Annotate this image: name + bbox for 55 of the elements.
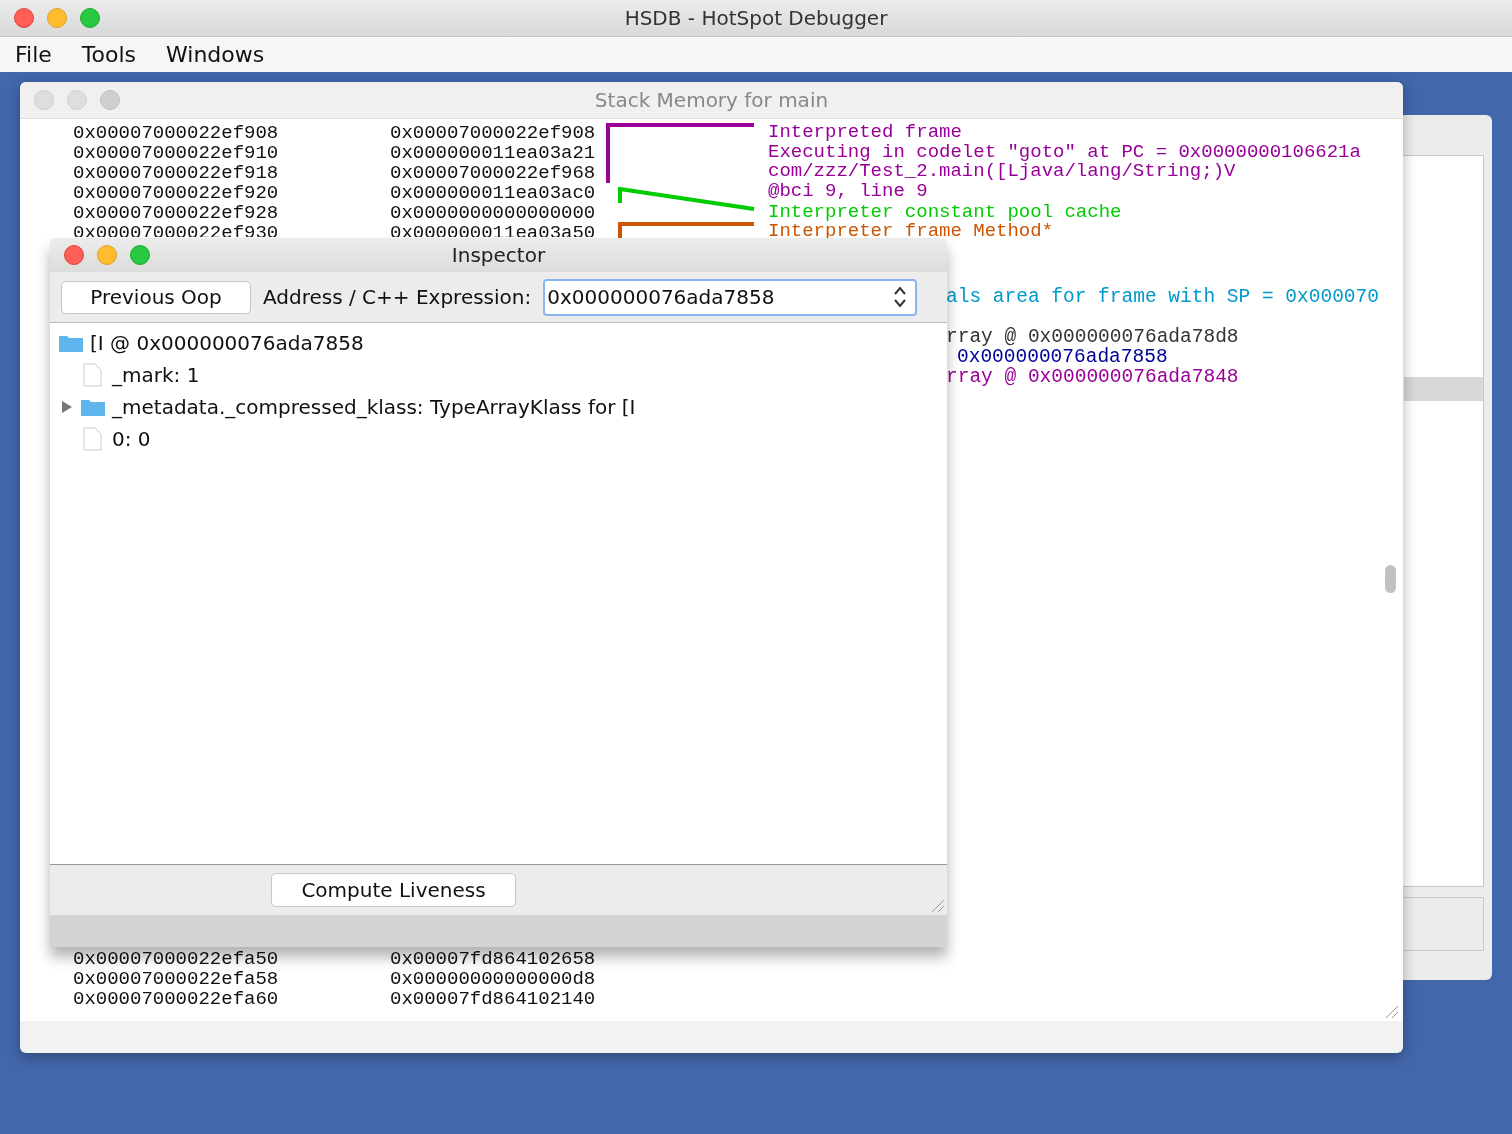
menu-item[interactable]: File	[15, 42, 52, 67]
window-title: Inspector	[450, 243, 547, 267]
address-text: 0x00007000022efa58	[72, 969, 280, 989]
scrollbar-thumb[interactable]	[1385, 565, 1396, 593]
address-text: 0x00007000022efa60	[72, 989, 280, 1009]
folder-icon	[80, 397, 106, 417]
previous-oop-button[interactable]: Previous Oop	[61, 280, 251, 314]
address-field[interactable]: 0x000000076ada7858	[543, 278, 918, 316]
expand-arrow-icon[interactable]	[60, 400, 74, 414]
address-text: 0x00007000022ef918	[72, 163, 280, 183]
annotation-text: @bci 9, line 9	[768, 181, 928, 201]
annotation-text: rray @ 0x000000076ada78d8	[946, 327, 1239, 347]
value-text: 0x00000000000000d8	[390, 969, 596, 989]
value-text: 0x0000000000000000	[390, 203, 596, 223]
address-label: Address / C++ Expression:	[263, 285, 532, 309]
minimize-icon[interactable]	[67, 90, 87, 110]
zoom-icon[interactable]	[100, 90, 120, 110]
window-title: Stack Memory for main	[593, 88, 830, 112]
tree-item[interactable]: [I @ 0x000000076ada7858	[90, 331, 364, 355]
tree-item[interactable]: _metadata._compressed_klass: TypeArrayKlass for [I	[112, 395, 636, 419]
value-text: 0x000000011ea03ac0	[390, 183, 596, 203]
annotation-text: als area for frame with SP = 0x000070	[946, 287, 1379, 307]
value-text: 0x00007fd864102658	[390, 949, 596, 969]
annotation-text: Interpreter constant pool cache	[768, 203, 1122, 223]
folder-icon	[58, 333, 84, 353]
annotation-text: Interpreter frame Method*	[768, 222, 1054, 242]
menu-item[interactable]: Windows	[166, 42, 265, 67]
tree-item[interactable]: 0: 0	[112, 427, 151, 451]
value-text: 0x000000011ea03a21	[390, 143, 596, 163]
close-icon[interactable]	[64, 245, 84, 265]
zoom-icon[interactable]	[80, 8, 100, 28]
close-icon[interactable]	[14, 8, 34, 28]
address-text: 0x00007000022ef908	[72, 123, 280, 143]
resize-grip-icon[interactable]	[1383, 1003, 1399, 1019]
compute-liveness-button[interactable]: Compute Liveness	[271, 873, 516, 907]
annotation-text: rray @ 0x000000076ada7848	[946, 367, 1239, 387]
value-text: 0x00007000022ef968	[390, 163, 596, 183]
address-text: 0x00007000022ef920	[72, 183, 280, 203]
address-text: 0x00007000022ef910	[72, 143, 280, 163]
annotation-text: Executing in codelet "goto" at PC = 0x0000000106621a	[768, 142, 1361, 162]
address-text: 0x00007000022ef928	[72, 203, 280, 223]
resize-grip-icon[interactable]	[929, 897, 945, 913]
value-text: 0x00007fd864102140	[390, 989, 596, 1009]
window-title: HSDB - HotSpot Debugger	[623, 6, 889, 30]
stepper-icon[interactable]	[893, 285, 908, 309]
value-text: 0x00007000022ef908	[390, 123, 596, 143]
zoom-icon[interactable]	[130, 245, 150, 265]
address-text: 0x00007000022efa50	[72, 949, 280, 969]
annotation-text: Interpreted frame	[768, 123, 963, 143]
tree-item[interactable]: _mark: 1	[112, 363, 200, 387]
annotation-text: 0x000000076ada7858	[957, 347, 1168, 367]
minimize-icon[interactable]	[47, 8, 67, 28]
minimize-icon[interactable]	[97, 245, 117, 265]
menu-item[interactable]: Tools	[81, 42, 137, 67]
annotation-text: com/zzz/Test_2.main([Ljava/lang/String;)V	[768, 162, 1237, 182]
